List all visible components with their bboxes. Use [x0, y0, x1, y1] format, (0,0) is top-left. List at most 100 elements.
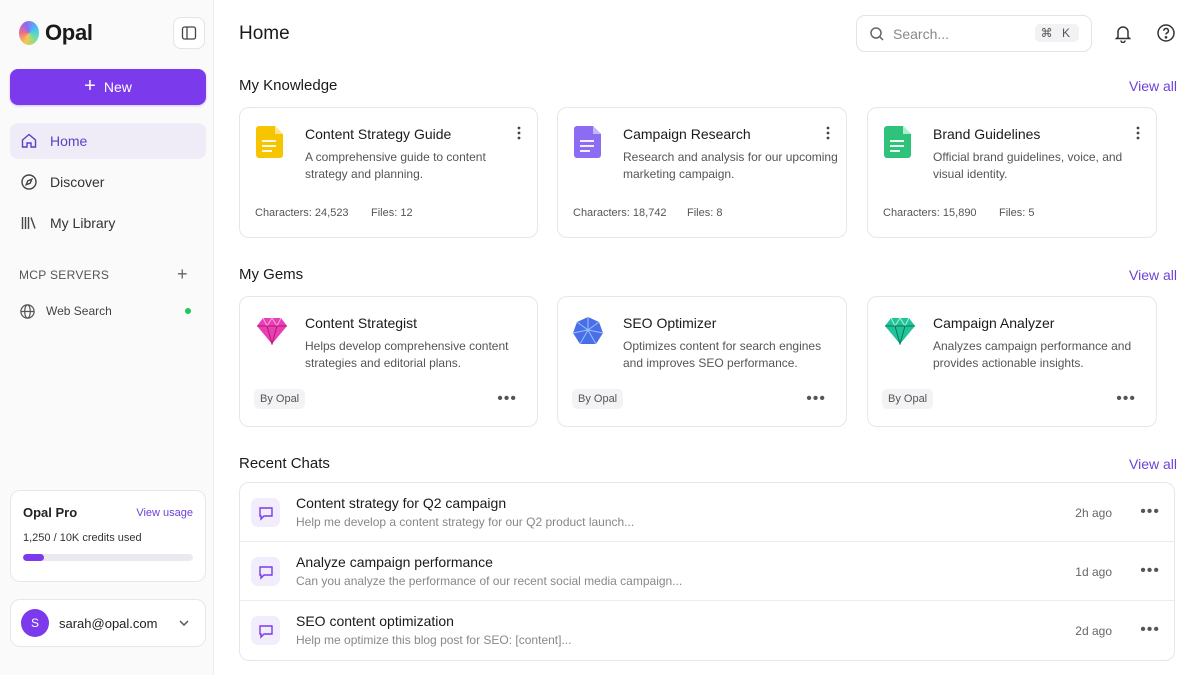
mcp-servers-heading: MCP SERVERS: [19, 268, 110, 282]
server-label: Web Search: [46, 304, 112, 318]
notifications-button[interactable]: [1112, 22, 1134, 44]
card-title: Content Strategist: [305, 315, 418, 331]
chat-title: Analyze campaign performance: [296, 554, 493, 570]
document-icon: [256, 126, 283, 158]
author-badge: By Opal: [572, 389, 624, 409]
server-status-dot: [185, 308, 191, 314]
card-description: Helps develop comprehensive content stra…: [305, 339, 509, 370]
gem-card[interactable]: Content Strategist Helps develop compreh…: [239, 296, 538, 427]
more-vertical-icon[interactable]: [517, 126, 521, 140]
more-horizontal-icon[interactable]: •••: [497, 390, 517, 408]
more-horizontal-icon[interactable]: •••: [1140, 621, 1160, 639]
characters-count: Characters: 24,523: [255, 207, 349, 219]
brand-name: Opal: [45, 20, 93, 45]
credits-used: 1,250 / 10K credits used: [23, 532, 142, 544]
more-horizontal-icon[interactable]: •••: [1140, 503, 1160, 521]
chat-title: Content strategy for Q2 campaign: [296, 495, 507, 511]
help-button[interactable]: [1155, 22, 1177, 44]
search-input[interactable]: Search... ⌘ K: [856, 15, 1092, 52]
collapse-sidebar-button[interactable]: [173, 17, 205, 49]
gem-card[interactable]: SEO Optimizer Optimizes content for sear…: [557, 296, 847, 427]
card-description: Analyzes campaign performance and provid…: [933, 339, 1132, 370]
user-email: sarah@opal.com: [59, 615, 158, 631]
sidebar-item-library[interactable]: My Library: [10, 205, 206, 241]
sidebar-item-label: Discover: [50, 174, 105, 190]
chats-heading: Recent Chats: [239, 455, 330, 472]
library-icon: [21, 217, 36, 229]
knowledge-card[interactable]: Brand Guidelines Official brand guidelin…: [867, 107, 1157, 238]
search-shortcut: ⌘ K: [1034, 24, 1079, 42]
knowledge-view-all-link[interactable]: View all: [1129, 78, 1177, 94]
sidebar-item-discover[interactable]: Discover: [10, 164, 206, 200]
gem-icon: [257, 317, 287, 345]
credits-progress-bar: [23, 554, 193, 561]
knowledge-heading: My Knowledge: [239, 77, 338, 94]
new-button-label: New: [103, 79, 132, 95]
chat-bubble-icon: [251, 498, 280, 527]
server-item-web-search[interactable]: Web Search: [19, 301, 195, 321]
gem-card[interactable]: Campaign Analyzer Analyzes campaign perf…: [867, 296, 1157, 427]
sidebar-item-label: My Library: [50, 215, 116, 231]
plus-icon: +: [84, 75, 96, 97]
brand[interactable]: Opal: [19, 20, 93, 46]
gem-icon: [885, 317, 915, 345]
more-horizontal-icon[interactable]: •••: [1116, 390, 1136, 408]
recent-chats-list: Content strategy for Q2 campaign Help me…: [239, 482, 1175, 661]
chat-preview: Help me optimize this blog post for SEO:…: [296, 633, 572, 647]
gems-heading: My Gems: [239, 266, 304, 283]
card-title: SEO Optimizer: [623, 315, 717, 331]
author-badge: By Opal: [882, 389, 934, 409]
chat-row[interactable]: Content strategy for Q2 campaign Help me…: [240, 483, 1174, 542]
bell-icon: [1114, 26, 1132, 43]
search-placeholder: Search...: [893, 25, 950, 42]
chat-timestamp: 2d ago: [1075, 624, 1112, 638]
chat-bubble-icon: [251, 616, 280, 645]
chevron-down-icon: [179, 620, 189, 627]
home-icon: [21, 133, 37, 148]
credits-progress-fill: [23, 554, 45, 561]
more-horizontal-icon[interactable]: •••: [806, 390, 826, 408]
plan-card: Opal Pro View usage 1,250 / 10K credits …: [10, 490, 206, 582]
card-title: Campaign Research: [623, 126, 751, 142]
document-icon: [884, 126, 911, 158]
chat-preview: Can you analyze the performance of our r…: [296, 574, 683, 588]
card-title: Brand Guidelines: [933, 126, 1041, 142]
card-description: Optimizes content for search engines and…: [623, 339, 822, 370]
files-count: Files: 8: [687, 207, 723, 219]
author-badge: By Opal: [254, 389, 306, 409]
knowledge-card[interactable]: Campaign Research Research and analysis …: [557, 107, 847, 238]
characters-count: Characters: 15,890: [883, 207, 977, 219]
new-button[interactable]: + New: [10, 69, 206, 105]
compass-icon: [21, 174, 37, 190]
user-menu[interactable]: S sarah@opal.com: [10, 599, 206, 647]
globe-icon: [20, 303, 35, 319]
more-vertical-icon[interactable]: [826, 126, 830, 140]
document-icon: [574, 126, 601, 158]
sidebar-toggle-icon: [181, 26, 197, 40]
gems-view-all-link[interactable]: View all: [1129, 267, 1177, 283]
add-server-button[interactable]: +: [177, 265, 188, 283]
opal-logo-icon: [19, 21, 39, 45]
files-count: Files: 5: [999, 207, 1035, 219]
sidebar: Opal + New Home Discover My Library MCP …: [0, 0, 214, 675]
chat-bubble-icon: [251, 557, 280, 586]
knowledge-card[interactable]: Content Strategy Guide A comprehensive g…: [239, 107, 538, 238]
view-usage-link[interactable]: View usage: [136, 507, 193, 519]
chat-timestamp: 2h ago: [1075, 506, 1112, 520]
help-icon: [1157, 24, 1175, 42]
chat-title: SEO content optimization: [296, 613, 454, 629]
chat-timestamp: 1d ago: [1075, 565, 1112, 579]
more-vertical-icon[interactable]: [1136, 126, 1140, 140]
gem-icon: [572, 317, 604, 345]
chat-row[interactable]: Analyze campaign performance Can you ana…: [240, 542, 1174, 601]
files-count: Files: 12: [371, 207, 413, 219]
card-description: Official brand guidelines, voice, and vi…: [933, 150, 1123, 181]
chat-row[interactable]: SEO content optimization Help me optimiz…: [240, 601, 1174, 660]
card-title: Campaign Analyzer: [933, 315, 1055, 331]
sidebar-item-home[interactable]: Home: [10, 123, 206, 159]
chat-preview: Help me develop a content strategy for o…: [296, 515, 635, 529]
card-description: Research and analysis for our upcoming m…: [623, 150, 838, 181]
avatar: S: [21, 609, 49, 637]
chats-view-all-link[interactable]: View all: [1129, 456, 1177, 472]
more-horizontal-icon[interactable]: •••: [1140, 562, 1160, 580]
